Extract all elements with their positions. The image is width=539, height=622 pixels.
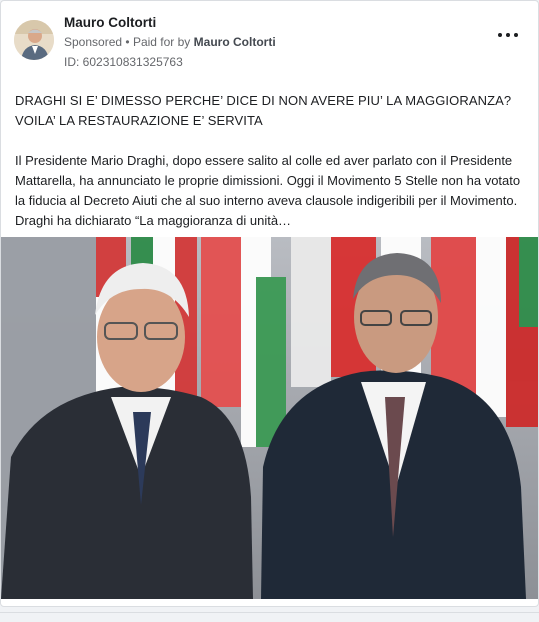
divider bbox=[0, 612, 539, 613]
headline-line-1: DRAGHI SI E’ DIMESSO PERCHE’ DICE DI NON… bbox=[15, 93, 512, 108]
post-image[interactable] bbox=[1, 237, 538, 599]
author-avatar[interactable] bbox=[14, 20, 54, 60]
sponsored-post-card: Mauro Coltorti Sponsored • Paid for by M… bbox=[0, 0, 539, 607]
post-headline: DRAGHI SI E’ DIMESSO PERCHE’ DICE DI NON… bbox=[15, 91, 525, 131]
post-body-text: Il Presidente Mario Draghi, dopo essere … bbox=[15, 153, 521, 228]
headline-line-2: VOILA’ LA RESTAURAZIONE E’ SERVITA bbox=[15, 113, 263, 128]
more-options-button[interactable] bbox=[498, 27, 518, 43]
paid-for-name[interactable]: Mauro Coltorti bbox=[194, 35, 276, 49]
meta-separator: • bbox=[125, 35, 130, 49]
more-horizontal-icon bbox=[498, 33, 502, 37]
post-header: Mauro Coltorti Sponsored • Paid for by M… bbox=[1, 1, 538, 81]
ad-id: ID: 602310831325763 bbox=[64, 55, 183, 69]
sponsored-meta: Sponsored • Paid for by Mauro Coltorti bbox=[64, 35, 276, 49]
sponsored-label: Sponsored bbox=[64, 35, 123, 49]
paid-for-label: Paid for by bbox=[132, 35, 191, 49]
author-name[interactable]: Mauro Coltorti bbox=[64, 15, 156, 30]
